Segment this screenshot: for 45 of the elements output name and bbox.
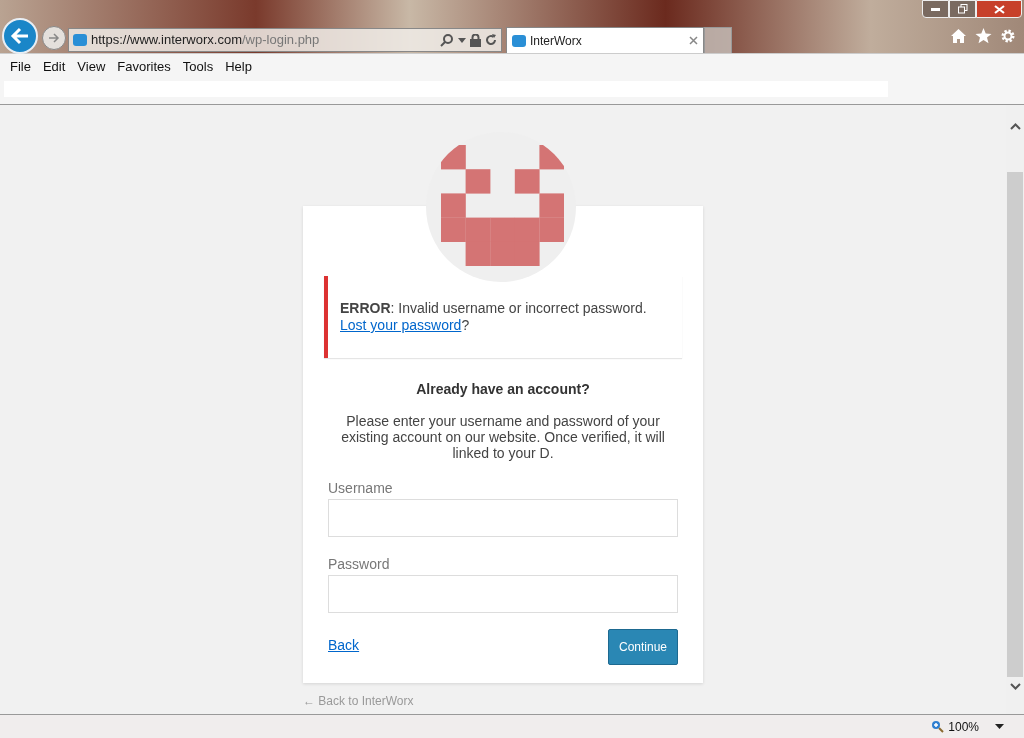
star-icon[interactable] xyxy=(975,28,992,44)
back-button[interactable] xyxy=(2,18,38,54)
refresh-icon[interactable] xyxy=(485,34,497,46)
dropdown-caret-icon[interactable] xyxy=(995,724,1004,729)
restore-icon xyxy=(957,4,968,14)
url-text: https://www.interworx.com/wp-login.php xyxy=(91,31,320,50)
site-icon xyxy=(512,34,526,47)
scroll-down-icon[interactable] xyxy=(1009,683,1021,690)
continue-button[interactable]: Continue xyxy=(608,629,678,665)
scrollbar-thumb[interactable] xyxy=(1007,172,1023,677)
address-bar[interactable]: https://www.interworx.com/wp-login.php xyxy=(68,28,502,52)
close-icon[interactable] xyxy=(689,36,698,45)
close-icon xyxy=(993,4,1005,14)
field-label: Username xyxy=(328,480,394,496)
scroll-up-icon[interactable] xyxy=(1009,123,1021,130)
menu-item[interactable]: Edit xyxy=(36,57,72,77)
intro-text: Please enter your username and password of your existing account on our website. Once verified, it will linked to your D. xyxy=(340,413,666,461)
back-arrow-icon xyxy=(10,27,30,45)
menu-item[interactable]: Favorites xyxy=(111,57,177,77)
section-heading: Already have an account? xyxy=(415,380,591,399)
text-field[interactable] xyxy=(328,499,678,537)
back-link[interactable]: Back xyxy=(328,635,360,656)
lost-password-link[interactable]: Lost your password xyxy=(340,317,462,333)
tab-title: InterWorx xyxy=(530,32,582,50)
menu-item[interactable]: File xyxy=(4,57,37,77)
text-field[interactable] xyxy=(328,575,678,613)
forward-arrow-icon xyxy=(48,33,60,43)
minimize-icon xyxy=(931,7,940,11)
zoom-level[interactable]: 100% xyxy=(948,717,979,736)
search-icon[interactable] xyxy=(440,33,454,47)
menu-item[interactable]: Help xyxy=(219,57,258,77)
site-icon xyxy=(73,34,87,46)
menu-item[interactable]: Tools xyxy=(176,57,220,77)
lock-icon xyxy=(470,33,481,47)
error-message: ERROR: Invalid username or incorrect password. Lost your password? xyxy=(340,300,648,334)
close-button[interactable] xyxy=(976,0,1022,18)
field-label: Password xyxy=(328,556,391,572)
settings-icon[interactable] xyxy=(1000,28,1016,44)
menu-item[interactable]: View xyxy=(71,57,112,77)
minimize-button[interactable] xyxy=(922,0,949,18)
home-icon[interactable] xyxy=(950,28,967,44)
forward-button[interactable] xyxy=(42,26,66,50)
browser-tab[interactable]: InterWorx xyxy=(506,27,704,53)
zoom-icon[interactable] xyxy=(931,720,945,733)
restore-button[interactable] xyxy=(949,0,976,18)
